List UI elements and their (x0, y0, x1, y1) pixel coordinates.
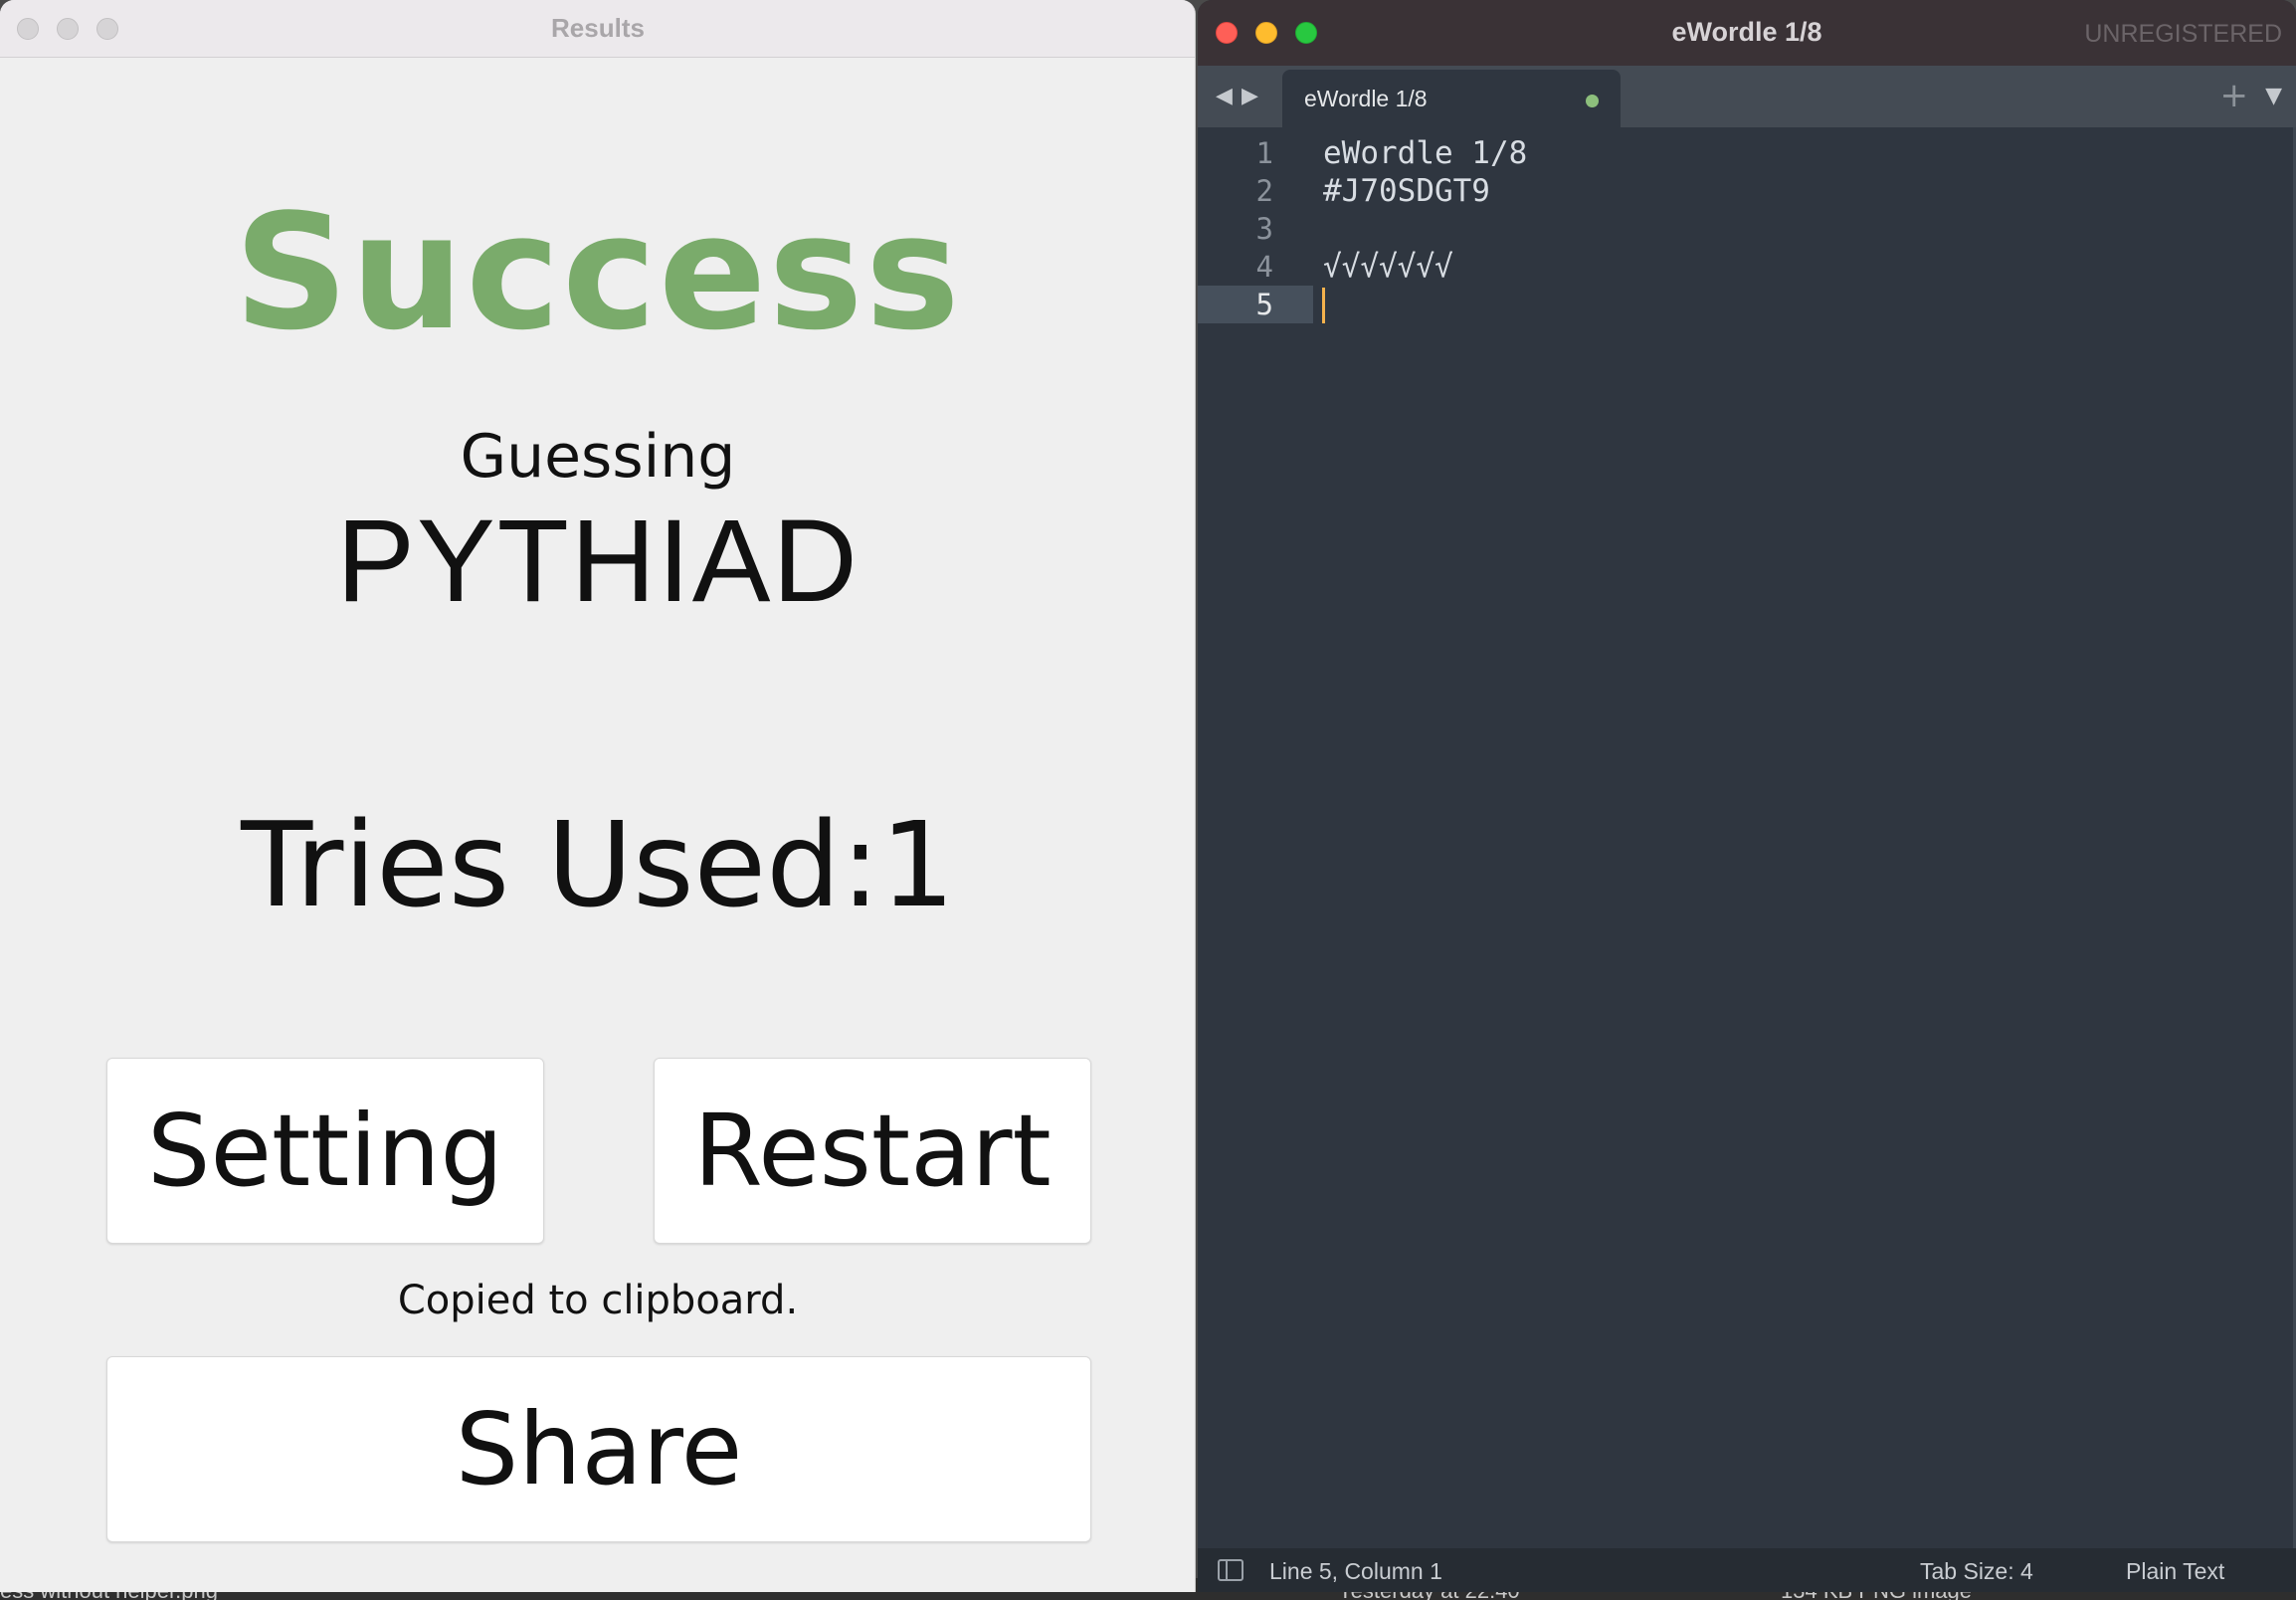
tab-menu-icon[interactable]: ▼ (2265, 84, 2282, 108)
code-line: 1 eWordle 1/8 (1198, 134, 2296, 172)
forward-arrow-icon[interactable]: ▶ (1242, 84, 1258, 108)
line-number: 5 (1198, 286, 1313, 323)
results-window: Results Success Guessing PYTHIAD Tries U… (0, 0, 1196, 1592)
status-bar: Line 5, Column 1 Tab Size: 4 Plain Text (1198, 1548, 2296, 1592)
tab-bar: ◀ ▶ eWordle 1/8 + ▼ (1198, 66, 2296, 127)
setting-button[interactable]: Setting (106, 1058, 544, 1244)
new-tab-icon[interactable]: + (2220, 76, 2249, 115)
code-line: 3 (1198, 210, 2296, 248)
text-area[interactable]: 1 eWordle 1/8 2 #J70SDGT9 3 4 √√√√√√√ 5 (1198, 127, 2296, 1548)
back-arrow-icon[interactable]: ◀ (1216, 84, 1233, 108)
answer-word: PYTHIAD (336, 496, 860, 627)
line-number: 2 (1255, 174, 1273, 208)
editor-titlebar: eWordle 1/8 UNREGISTERED (1198, 0, 2296, 66)
restart-button[interactable]: Restart (654, 1058, 1091, 1244)
syntax-selector[interactable]: Plain Text (2126, 1558, 2224, 1585)
current-line: 5 (1198, 286, 2296, 323)
line-text: eWordle 1/8 (1323, 135, 1528, 171)
editor-window: eWordle 1/8 UNREGISTERED ◀ ▶ eWordle 1/8… (1198, 0, 2296, 1592)
line-number: 1 (1255, 136, 1273, 170)
share-button[interactable]: Share (106, 1356, 1091, 1542)
status-heading: Success (234, 179, 962, 365)
copied-message: Copied to clipboard. (397, 1278, 799, 1323)
unsaved-dot-icon[interactable] (1586, 95, 1599, 107)
text-caret (1322, 288, 1325, 323)
guessing-label: Guessing (460, 422, 736, 492)
license-label: UNREGISTERED (2084, 20, 2282, 48)
line-number: 3 (1255, 212, 1273, 246)
desktop: ess without helper.png Yesterday at 22:4… (0, 0, 2296, 1600)
results-titlebar: Results (0, 0, 1195, 58)
code-line: 2 #J70SDGT9 (1198, 172, 2296, 210)
cursor-position: Line 5, Column 1 (1269, 1558, 1442, 1584)
tab-ewordle[interactable]: eWordle 1/8 (1282, 70, 1621, 127)
tries-used: Tries Used:1 (241, 796, 955, 933)
tab-label: eWordle 1/8 (1304, 86, 1428, 111)
window-title: Results (551, 13, 645, 43)
tab-size-selector[interactable]: Tab Size: 4 (1920, 1558, 2033, 1585)
code-line: 4 √√√√√√√ (1198, 248, 2296, 286)
sidebar-toggle-icon[interactable] (1218, 1559, 1244, 1581)
line-number: 4 (1255, 250, 1273, 284)
line-text: #J70SDGT9 (1323, 173, 1490, 209)
line-text: √√√√√√√ (1323, 249, 1453, 285)
